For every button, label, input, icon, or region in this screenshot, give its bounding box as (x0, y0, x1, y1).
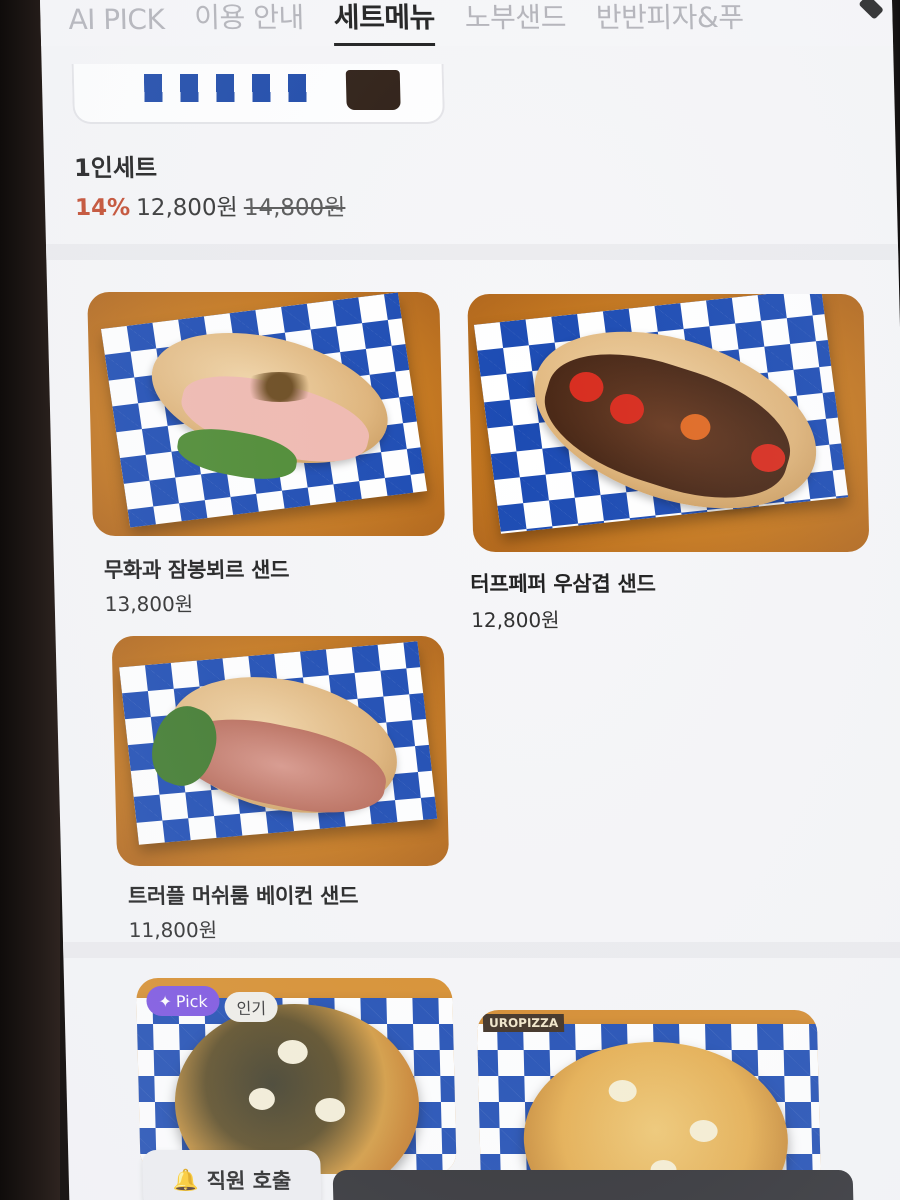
tab-nobu-sand[interactable]: 노부샌드 (464, 0, 566, 46)
sparkle-icon: ✦ (158, 991, 173, 1011)
tomato-topping (680, 414, 711, 440)
cheese-topping (689, 1120, 718, 1142)
ai-pick-badge: ✦ Pick (146, 986, 221, 1016)
kiosk-screen: AI PICK 이용 안내 세트메뉴 노부샌드 반반피자&푸 1인세트 14% 1… (40, 0, 900, 1200)
tomato-topping (569, 372, 604, 402)
cheese-topping (277, 1040, 309, 1064)
product-price: 13,800원 (104, 592, 194, 616)
set-price: 12,800원 (135, 195, 239, 221)
pizza-box-label: UROPIZZA (482, 1014, 565, 1032)
product-image (111, 636, 450, 866)
staff-call-button[interactable]: 🔔 직원 호출 (142, 1150, 322, 1200)
section-divider (63, 942, 900, 958)
checkered-paper-image (143, 74, 315, 102)
tab-ai-pick[interactable]: AI PICK (68, 3, 165, 46)
product-price: 12,800원 (470, 608, 560, 632)
tomato-topping (609, 394, 645, 424)
category-tabs: AI PICK 이용 안내 세트메뉴 노부샌드 반반피자&푸 (40, 0, 894, 46)
product-image (87, 292, 446, 536)
tab-guide[interactable]: 이용 안내 (194, 0, 305, 46)
set-title[interactable]: 1인세트 (74, 148, 158, 183)
cheese-topping (314, 1098, 346, 1122)
pick-label: Pick (175, 991, 208, 1011)
cheese-topping (608, 1080, 637, 1102)
product-name: 무화과 잠봉뵈르 샌드 (103, 558, 290, 582)
bell-icon: 🔔 (172, 1167, 199, 1192)
set-card-image[interactable] (71, 64, 446, 124)
set-original-price: 14,800원 (243, 195, 346, 221)
tab-set-menu[interactable]: 세트메뉴 (333, 0, 436, 46)
set-discount: 14% (74, 195, 131, 221)
section-divider (45, 244, 899, 260)
product-price: 11,800원 (128, 918, 218, 942)
popular-badge: 인기 (224, 992, 279, 1022)
drink-image (345, 70, 401, 110)
product-name: 트러플 머쉬룸 베이컨 샌드 (127, 884, 359, 908)
product-image (467, 294, 870, 552)
product-name: 터프페퍼 우삼겹 샌드 (469, 572, 656, 596)
set-price-row: 14% 12,800원 14,800원 (75, 188, 346, 222)
cart-bar[interactable] (332, 1170, 854, 1200)
tomato-topping (750, 444, 786, 472)
tab-half-pizza[interactable]: 반반피자&푸 (595, 0, 744, 46)
staff-call-label: 직원 호출 (206, 1169, 292, 1193)
fig-topping (239, 372, 320, 402)
cheese-topping (248, 1088, 276, 1110)
